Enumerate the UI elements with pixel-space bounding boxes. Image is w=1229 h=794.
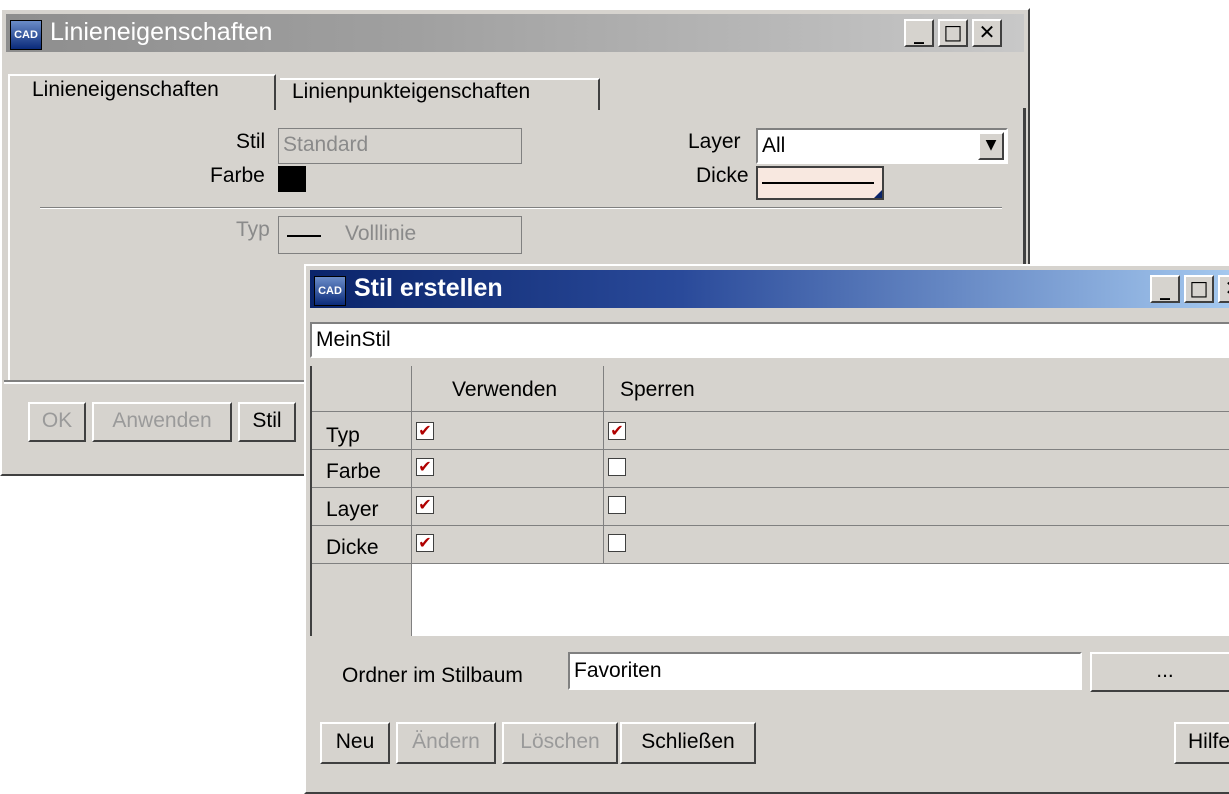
minimize-icon[interactable]: _: [1150, 275, 1180, 303]
window-title: Linieneigenschaften: [50, 18, 273, 46]
layer-value: All: [762, 134, 786, 157]
table-cell: [604, 488, 1229, 526]
dicke-selector[interactable]: [756, 166, 884, 200]
table-cell: ✔: [412, 450, 604, 488]
typ-label: Typ: [236, 218, 270, 241]
corner-marker: [874, 190, 882, 198]
sperren-checkbox[interactable]: [608, 534, 626, 552]
schliessen-button[interactable]: Schließen: [620, 722, 756, 764]
solid-line-preview: [287, 235, 321, 237]
window-title: Stil erstellen: [354, 274, 503, 302]
close-icon[interactable]: ✕: [1218, 275, 1229, 303]
row-header-farbe: Farbe: [312, 450, 412, 488]
neu-button[interactable]: Neu: [320, 722, 390, 764]
browse-button[interactable]: ...: [1090, 652, 1229, 692]
verwenden-checkbox[interactable]: ✔: [416, 422, 434, 440]
row-header-layer: Layer: [312, 488, 412, 526]
aendern-button[interactable]: Ändern: [396, 722, 496, 764]
tab-linieneigenschaften[interactable]: Linieneigenschaften: [8, 74, 276, 110]
stil-label: Stil: [236, 130, 266, 153]
verwenden-checkbox[interactable]: ✔: [416, 534, 434, 552]
column-header-verwenden[interactable]: Verwenden: [412, 366, 604, 412]
style-table: Verwenden Sperren Typ ✔ ✔ Farbe ✔ Layer …: [310, 366, 1229, 636]
stil-field: Standard: [278, 128, 522, 164]
row-header-dicke: Dicke: [312, 526, 412, 564]
folder-label: Ordner im Stilbaum: [342, 664, 523, 687]
table-cell: [604, 526, 1229, 564]
create-style-window: CAD Stil erstellen _ □ ✕ MeinStil Verwen…: [304, 264, 1229, 794]
line-thickness-preview: [762, 182, 874, 184]
dicke-label: Dicke: [696, 164, 749, 187]
folder-input[interactable]: Favoriten: [568, 652, 1082, 690]
column-header-sperren[interactable]: Sperren: [604, 366, 1229, 412]
anwenden-button[interactable]: Anwenden: [92, 402, 232, 442]
row-header-typ: Typ: [312, 412, 412, 450]
chevron-down-icon[interactable]: ▼: [978, 132, 1004, 160]
tab-linienpunkteigenschaften[interactable]: Linienpunkteigenschaften: [280, 78, 600, 110]
typ-value: Volllinie: [345, 222, 417, 245]
table-cell: ✔: [412, 526, 604, 564]
separator: [40, 207, 1002, 209]
table-header-corner: [312, 366, 412, 412]
cad-app-icon: CAD: [314, 276, 346, 306]
ok-button[interactable]: OK: [28, 402, 86, 442]
sperren-checkbox[interactable]: [608, 458, 626, 476]
layer-select[interactable]: All ▼: [756, 128, 1008, 164]
table-cell: [604, 450, 1229, 488]
stil-button[interactable]: Stil: [238, 402, 296, 442]
farbe-swatch[interactable]: [278, 166, 306, 192]
close-icon[interactable]: ✕: [972, 19, 1002, 47]
row-header-empty: [312, 564, 412, 636]
loeschen-button[interactable]: Löschen: [502, 722, 618, 764]
tab-label: Linienpunkteigenschaften: [292, 80, 531, 103]
tab-label: Linieneigenschaften: [32, 78, 219, 101]
table-cell: ✔: [412, 488, 604, 526]
hilfe-button[interactable]: Hilfe: [1174, 722, 1229, 764]
minimize-icon[interactable]: _: [904, 19, 934, 47]
verwenden-checkbox[interactable]: ✔: [416, 496, 434, 514]
cad-app-icon: CAD: [10, 20, 42, 50]
layer-label: Layer: [688, 130, 741, 153]
farbe-label: Farbe: [210, 164, 265, 187]
verwenden-checkbox[interactable]: ✔: [416, 458, 434, 476]
sperren-checkbox[interactable]: [608, 496, 626, 514]
typ-field: Volllinie: [278, 216, 522, 254]
sperren-checkbox[interactable]: ✔: [608, 422, 626, 440]
create-style-titlebar[interactable]: CAD Stil erstellen _ □ ✕: [310, 270, 1229, 308]
table-cell: ✔: [604, 412, 1229, 450]
maximize-icon[interactable]: □: [938, 19, 968, 47]
maximize-icon[interactable]: □: [1184, 275, 1214, 303]
style-name-input[interactable]: MeinStil: [310, 322, 1229, 358]
table-cell: ✔: [412, 412, 604, 450]
line-properties-titlebar[interactable]: CAD Linieneigenschaften _ □ ✕: [6, 14, 1024, 52]
